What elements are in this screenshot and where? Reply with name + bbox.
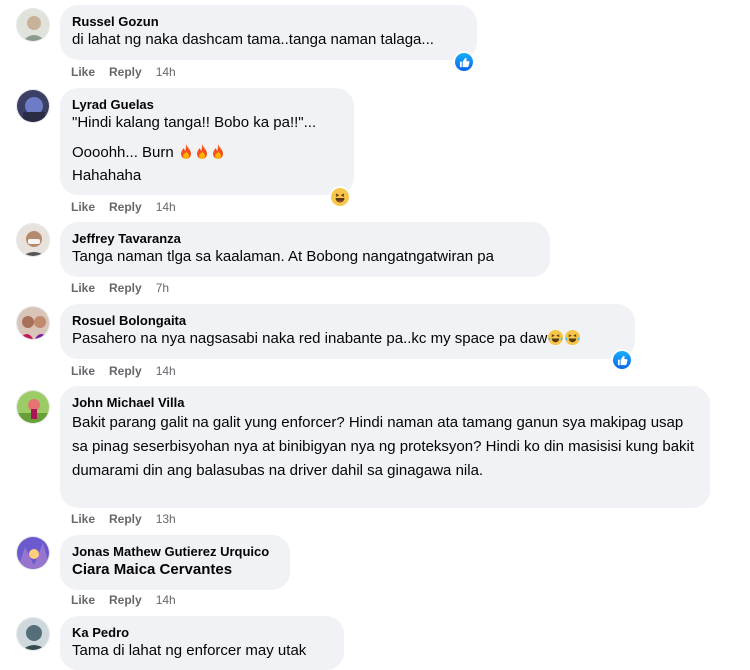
comment-actions: Like Reply 14h: [71, 199, 176, 215]
comment-text: "Hindi kalang tanga!! Bobo ka pa!!"... O…: [72, 113, 342, 186]
avatar[interactable]: [16, 8, 50, 42]
like-button[interactable]: Like: [71, 511, 95, 527]
avatar[interactable]: [16, 306, 50, 340]
comment-text: Tama di lahat ng enforcer may utak: [72, 642, 307, 659]
comment-bubble: Russel Gozun di lahat ng naka dashcam ta…: [60, 5, 477, 60]
comment-text: Tanga naman tlga sa kaalaman. At Bobong …: [72, 248, 494, 265]
avatar[interactable]: [16, 390, 50, 424]
timestamp[interactable]: 14h: [156, 363, 176, 379]
reply-button[interactable]: Reply: [109, 64, 142, 80]
commenter-name[interactable]: Ka Pedro: [72, 624, 332, 641]
comment-line-text: Oooohh... Burn: [72, 144, 174, 161]
avatar[interactable]: [16, 617, 50, 651]
comment-actions: Like Reply 14h: [71, 64, 176, 80]
reply-button[interactable]: Reply: [109, 363, 142, 379]
comment-text-body: Pasahero na nya nagsasabi naka red inaba…: [72, 330, 548, 347]
avatar[interactable]: [16, 536, 50, 570]
reply-button[interactable]: Reply: [109, 280, 142, 296]
commenter-name[interactable]: John Michael Villa: [72, 394, 698, 411]
fire-icon: [194, 143, 210, 166]
avatar[interactable]: [16, 223, 50, 257]
comment-bubble: Rosuel Bolongaita Pasahero na nya nagsas…: [60, 304, 635, 359]
comment-bubble: Lyrad Guelas "Hindi kalang tanga!! Bobo …: [60, 88, 354, 195]
fire-icon: [178, 143, 194, 166]
tears-of-joy-icon: [547, 329, 564, 352]
timestamp[interactable]: 14h: [156, 592, 176, 608]
haha-icon[interactable]: [331, 188, 349, 206]
like-button[interactable]: Like: [71, 592, 95, 608]
timestamp[interactable]: 7h: [156, 280, 169, 296]
commenter-name[interactable]: Rosuel Bolongaita: [72, 312, 623, 329]
comment-line: Oooohh... Burn: [72, 143, 342, 166]
tears-of-joy-icon: [564, 329, 581, 352]
comment-actions: Like Reply 13h: [71, 511, 176, 527]
comment-line: Hahahaha: [72, 167, 142, 184]
commenter-name[interactable]: Jonas Mathew Gutierez Urquico: [72, 543, 278, 560]
comment-bubble: Jeffrey Tavaranza Tanga naman tlga sa ka…: [60, 222, 550, 277]
timestamp[interactable]: 14h: [156, 199, 176, 215]
like-icon[interactable]: [455, 53, 473, 71]
reply-button[interactable]: Reply: [109, 199, 142, 215]
mention-tag[interactable]: Ciara Maica Cervantes: [72, 560, 278, 580]
comment-line: "Hindi kalang tanga!! Bobo ka pa!!"...: [72, 114, 317, 131]
comment-actions: Like Reply 14h: [71, 363, 176, 379]
like-button[interactable]: Like: [71, 363, 95, 379]
timestamp[interactable]: 14h: [156, 64, 176, 80]
reply-button[interactable]: Reply: [109, 592, 142, 608]
like-button[interactable]: Like: [71, 280, 95, 296]
like-button[interactable]: Like: [71, 199, 95, 215]
like-icon[interactable]: [613, 351, 631, 369]
reply-button[interactable]: Reply: [109, 511, 142, 527]
timestamp[interactable]: 13h: [156, 511, 176, 527]
avatar[interactable]: [16, 89, 50, 123]
comment-actions: Like Reply 14h: [71, 592, 176, 608]
commenter-name[interactable]: Russel Gozun: [72, 13, 465, 30]
comment-bubble: Ka Pedro Tama di lahat ng enforcer may u…: [60, 616, 344, 670]
commenter-name[interactable]: Lyrad Guelas: [72, 96, 342, 113]
like-button[interactable]: Like: [71, 64, 95, 80]
fire-icon: [210, 143, 226, 166]
comment-text: Bakit parang galit na galit yung enforce…: [72, 414, 695, 479]
comment-bubble: Jonas Mathew Gutierez Urquico Ciara Maic…: [60, 535, 290, 590]
commenter-name[interactable]: Jeffrey Tavaranza: [72, 230, 538, 247]
comment-text: Pasahero na nya nagsasabi naka red inaba…: [72, 329, 623, 352]
comment-bubble: John Michael Villa Bakit parang galit na…: [60, 386, 710, 508]
comment-actions: Like Reply 7h: [71, 280, 169, 296]
comment-text: di lahat ng naka dashcam tama..tanga nam…: [72, 31, 434, 48]
